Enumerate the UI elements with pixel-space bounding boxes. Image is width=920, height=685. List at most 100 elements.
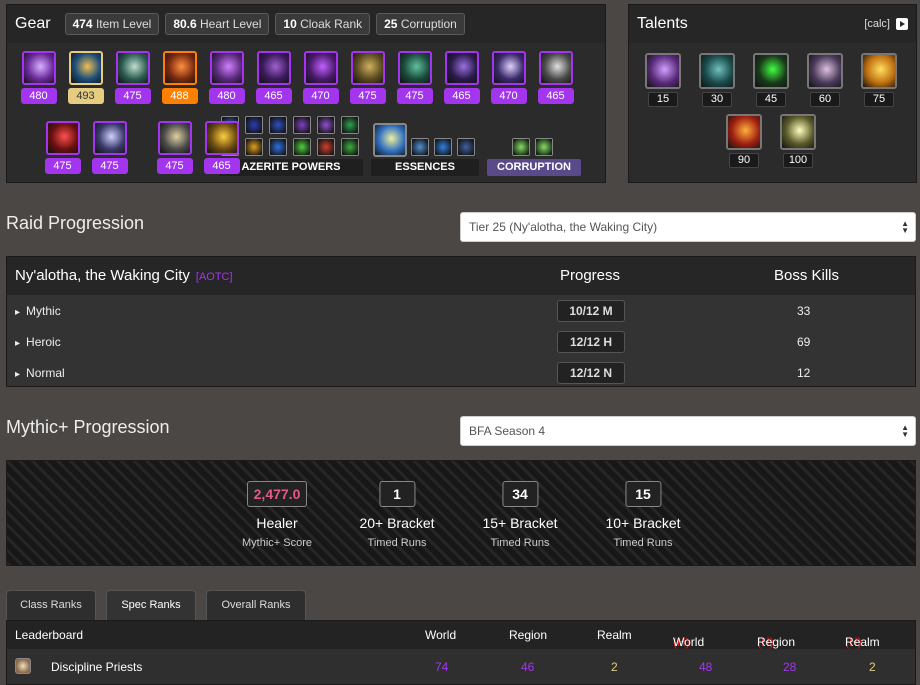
wrist-icon[interactable]: [256, 51, 291, 85]
legs-icon[interactable]: [397, 51, 432, 85]
gloves-icon[interactable]: [303, 51, 338, 85]
play-icon[interactable]: [896, 18, 908, 30]
item-level-badge: 475: [91, 158, 128, 174]
raid-difficulty-row[interactable]: Mythic 10/12 M 33: [7, 295, 915, 326]
azerite-power-icon[interactable]: [245, 138, 263, 156]
stat-subtitle: Timed Runs: [367, 537, 427, 549]
talent-slot[interactable]: 75: [859, 53, 899, 107]
trinket-icon[interactable]: [92, 121, 127, 155]
raid-difficulty-row[interactable]: Heroic 12/12 H 69: [7, 326, 915, 357]
azerite-power-icon[interactable]: [341, 116, 359, 134]
gear-slot[interactable]: 475: [86, 121, 133, 174]
raid-rows: Mythic 10/12 M 33 Heroic 12/12 H 69 Normal 12/1…: [7, 295, 915, 388]
boss-kills-value: 69: [797, 335, 811, 349]
progress-badge: 10/12 M: [557, 300, 625, 322]
talent-slot[interactable]: 60: [805, 53, 845, 107]
gear-slot[interactable]: 465: [198, 121, 245, 174]
essence-minor-icon[interactable]: [457, 138, 475, 156]
heart-of-azeroth-icon[interactable]: [68, 51, 103, 85]
belt-icon[interactable]: [350, 51, 385, 85]
region-col: Region: [509, 628, 548, 642]
stat-subtitle: Mythic+ Score: [242, 537, 312, 549]
item-level-badge: 465: [203, 158, 240, 174]
mace-icon[interactable]: [157, 121, 192, 155]
talent-icon[interactable]: [645, 53, 681, 89]
rank-h-world: 48: [699, 660, 713, 674]
tab-class-ranks[interactable]: Class Ranks: [6, 590, 96, 620]
difficulty-label[interactable]: Heroic: [15, 335, 61, 349]
talent-icon[interactable]: [699, 53, 735, 89]
helm-icon[interactable]: [21, 51, 56, 85]
talent-level: 60: [810, 92, 840, 107]
raid-table-header: Ny'alotha, the Waking City [AOTC] Progres…: [7, 257, 915, 295]
rank-row[interactable]: Discipline Priests 74 46 2 48 28 2: [7, 649, 915, 685]
raid-tier-value: Tier 25 (Ny'alotha, the Waking City): [469, 220, 658, 234]
azerite-power-icon[interactable]: [341, 138, 359, 156]
talent-icon[interactable]: [861, 53, 897, 89]
ring-icon[interactable]: [491, 51, 526, 85]
calc-label: [calc]: [864, 18, 890, 30]
azerite-power-icon[interactable]: [317, 138, 335, 156]
talent-icon[interactable]: [753, 53, 789, 89]
talent-icon[interactable]: [807, 53, 843, 89]
cloak-icon[interactable]: [162, 51, 197, 85]
talent-calc-link[interactable]: [calc]: [864, 18, 908, 30]
essence-minor-icon[interactable]: [434, 138, 452, 156]
talent-slot[interactable]: 90: [724, 114, 764, 168]
discipline-priest-icon: [15, 658, 31, 674]
raid-name: Ny'alotha, the Waking City [AOTC]: [15, 267, 233, 284]
shoulder-icon[interactable]: [115, 51, 150, 85]
gear-row-secondary: AZERITE POWERS ESSENCES CORRUPTION 475 47…: [15, 81, 605, 181]
talent-level: 15: [648, 92, 678, 107]
talent-icon[interactable]: [726, 114, 762, 150]
corruption-label: CORRUPTION: [487, 159, 581, 176]
rank-world: 74: [435, 660, 449, 674]
offhand-icon[interactable]: [204, 121, 239, 155]
raid-difficulty-row[interactable]: Normal 12/12 N 12: [7, 357, 915, 388]
gear-slot[interactable]: 475: [39, 121, 86, 174]
ranks-rows: Discipline Priests 74 46 2 48 28 2: [7, 649, 915, 685]
raid-tier-select[interactable]: Tier 25 (Ny'alotha, the Waking City) ▲ ▼: [460, 212, 916, 242]
azerite-power-icon[interactable]: [269, 138, 287, 156]
boots-icon[interactable]: [444, 51, 479, 85]
rank-name[interactable]: Discipline Priests: [51, 660, 142, 674]
gear-panel: Gear 474 Item Level 80.6 Heart Level 10 …: [6, 4, 606, 183]
tab-overall-ranks[interactable]: Overall Ranks: [206, 590, 306, 620]
azerite-power-icon[interactable]: [293, 116, 311, 134]
talent-level: 30: [702, 92, 732, 107]
rank-h-realm: 2: [869, 660, 876, 674]
essence-major-icon[interactable]: [373, 123, 407, 157]
azerite-power-icon[interactable]: [269, 116, 287, 134]
corruption-icon[interactable]: [535, 138, 553, 156]
essences-label: ESSENCES: [371, 159, 479, 176]
gear-slot[interactable]: 475: [151, 121, 198, 174]
tab-spec-ranks[interactable]: Spec Ranks: [106, 590, 196, 620]
talent-level: 45: [756, 92, 786, 107]
talent-icon[interactable]: [780, 114, 816, 150]
azerite-power-icon[interactable]: [293, 138, 311, 156]
realm-col: Realm: [597, 628, 632, 642]
cloak-rank-stat: 10 Cloak Rank: [275, 13, 371, 35]
progress-badge: 12/12 H: [557, 331, 625, 353]
corruption-icon[interactable]: [512, 138, 530, 156]
boss-kills-value: 33: [797, 304, 811, 318]
select-arrows-icon: ▲ ▼: [901, 219, 909, 235]
mythic-plus-heading: Mythic+ Progression: [6, 417, 170, 437]
talent-level: 100: [783, 153, 813, 168]
season-select[interactable]: BFA Season 4 ▲ ▼: [460, 416, 916, 446]
essence-minor-icon[interactable]: [411, 138, 429, 156]
talents-panel: Talents [calc] 15 30 45 60 75 90 100: [628, 4, 917, 183]
talent-level: 90: [729, 153, 759, 168]
trinket-icon[interactable]: [45, 121, 80, 155]
talent-slot[interactable]: 45: [751, 53, 791, 107]
azerite-power-icon[interactable]: [317, 116, 335, 134]
difficulty-label[interactable]: Mythic: [15, 304, 61, 318]
talent-slot[interactable]: 15: [643, 53, 683, 107]
azerite-power-icon[interactable]: [245, 116, 263, 134]
robe-icon[interactable]: [209, 51, 244, 85]
ring-icon[interactable]: [538, 51, 573, 85]
talent-slot[interactable]: 30: [697, 53, 737, 107]
talent-slot[interactable]: 100: [778, 114, 818, 168]
corruption-stat: 25 Corruption: [376, 13, 465, 35]
difficulty-label[interactable]: Normal: [15, 366, 65, 380]
